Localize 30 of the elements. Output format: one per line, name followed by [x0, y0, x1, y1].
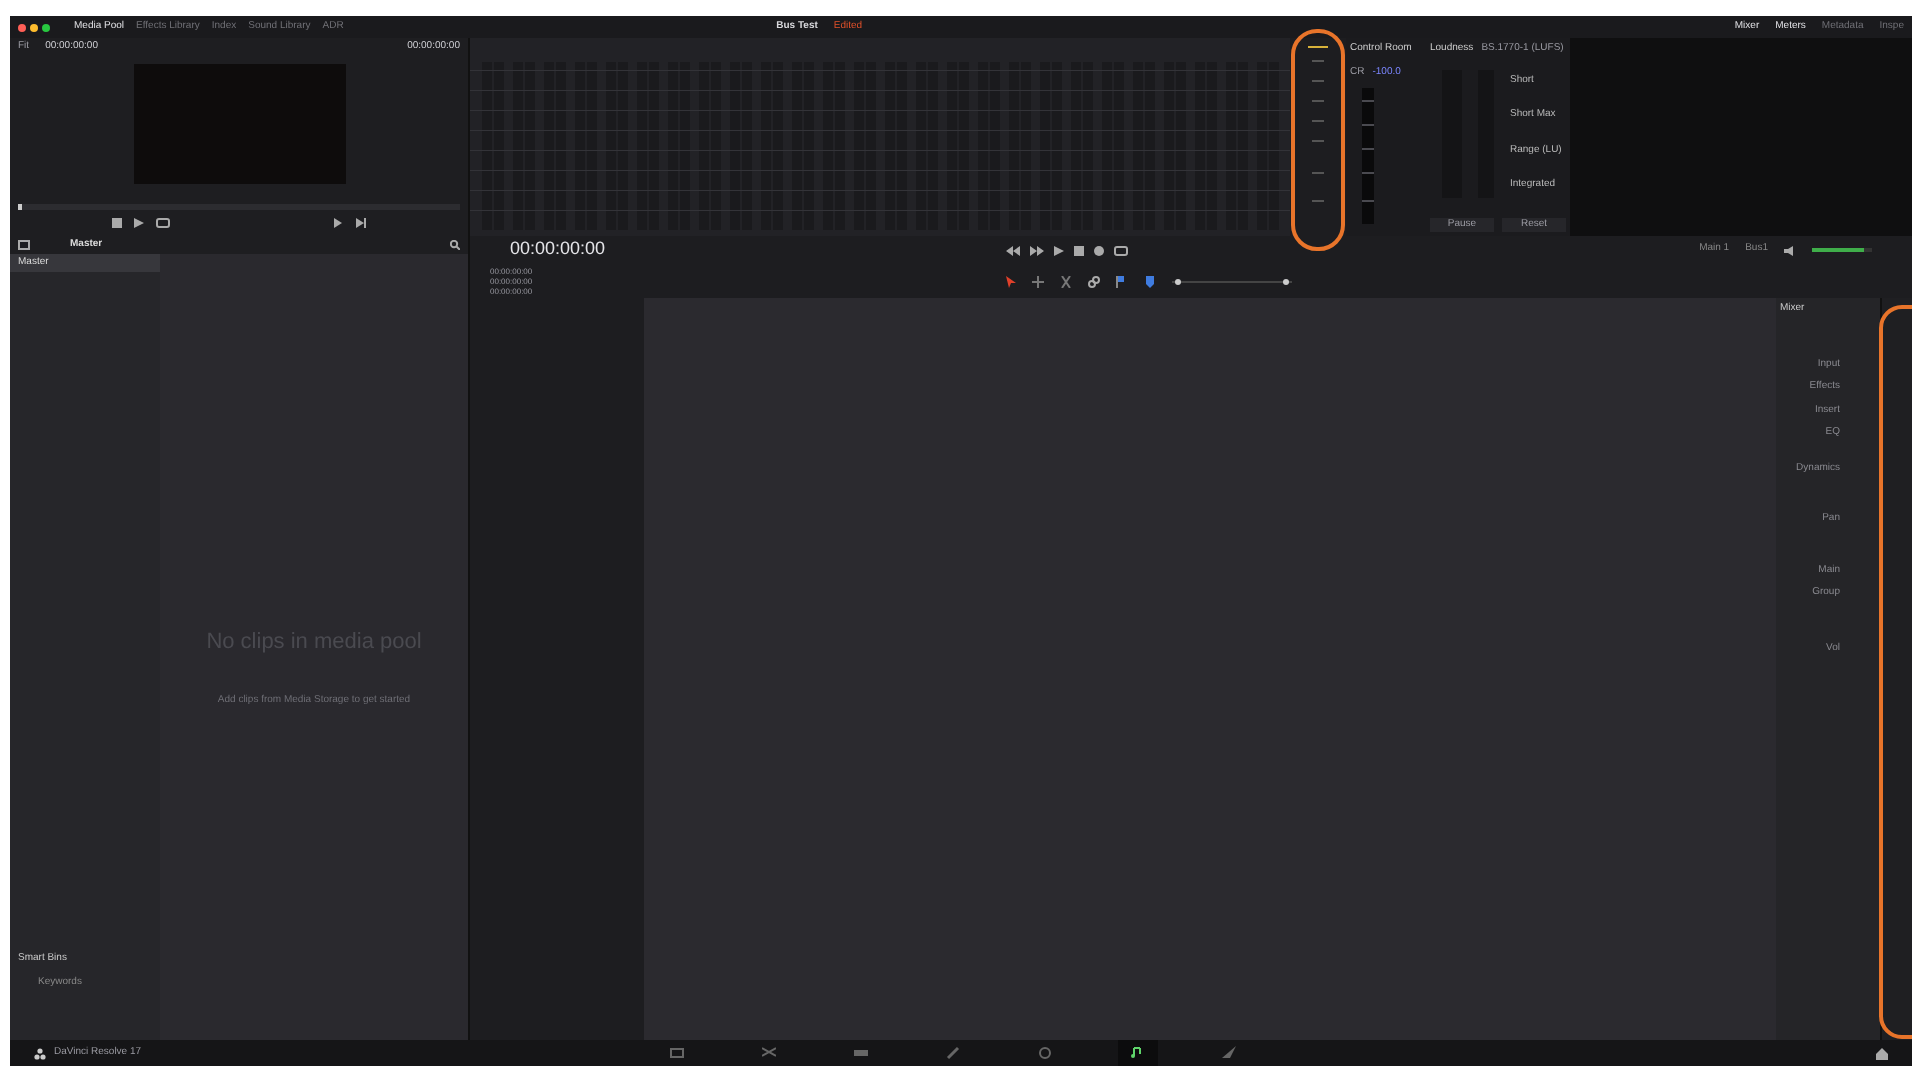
marker-icon[interactable] — [1143, 275, 1155, 287]
brush-icon[interactable] — [946, 1046, 961, 1060]
speaker-icon[interactable] — [1784, 245, 1796, 255]
zoom-slider-drawing[interactable] — [1171, 275, 1291, 287]
crosshair-icon[interactable] — [1031, 275, 1043, 287]
play-icon[interactable] — [1053, 245, 1064, 255]
search-icon[interactable] — [450, 240, 460, 250]
skip-end-icon[interactable] — [356, 218, 366, 228]
minimize-icon[interactable] — [30, 23, 38, 31]
timeline-timecode: 00:00:00:00 — [510, 236, 606, 263]
next-frame-icon[interactable] — [334, 218, 344, 228]
meter-drawing — [1362, 88, 1374, 224]
music-note-icon[interactable] — [1130, 1046, 1145, 1060]
loop-icon[interactable] — [1113, 245, 1128, 255]
stop-icon[interactable] — [1073, 245, 1084, 255]
play-icon[interactable] — [134, 218, 144, 228]
circle-icon[interactable] — [1038, 1046, 1053, 1060]
flag-icon[interactable] — [1115, 275, 1127, 287]
resolve-logo-icon — [34, 1047, 46, 1059]
media-page-icon[interactable] — [670, 1046, 685, 1060]
close-icon[interactable] — [18, 23, 26, 31]
link-icon[interactable] — [1087, 275, 1099, 287]
record-icon[interactable] — [1093, 245, 1104, 255]
pointer-icon[interactable] — [1005, 275, 1015, 287]
fast-forward-icon[interactable] — [1029, 245, 1044, 255]
loop-icon[interactable] — [156, 218, 170, 228]
sidebar-toggle-icon[interactable] — [18, 240, 30, 250]
zoom-icon[interactable] — [42, 23, 50, 31]
home-icon[interactable] — [1876, 1047, 1888, 1059]
rewind-icon[interactable] — [1005, 245, 1020, 255]
